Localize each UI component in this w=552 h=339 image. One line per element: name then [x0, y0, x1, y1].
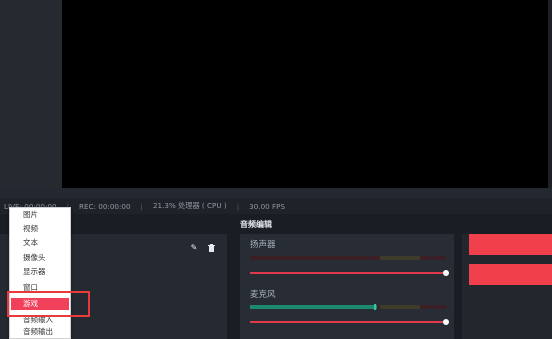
meter-peak-marker — [374, 304, 376, 310]
menu-item-image[interactable]: 图片 — [11, 209, 69, 221]
slider-knob[interactable] — [443, 319, 449, 325]
left-strip — [0, 0, 62, 188]
rec-timer: REC: 00:00:00 — [79, 201, 131, 211]
mixer-channel-label: 麦克风 — [250, 290, 276, 300]
preview-gap — [0, 188, 552, 198]
slider-knob[interactable] — [443, 270, 449, 276]
preview-edge — [548, 0, 552, 188]
menu-item-display[interactable]: 显示器 — [11, 266, 69, 278]
meter-level-fill — [250, 305, 377, 309]
cpu-usage: 21.3% 处理器 ( CPU ) — [152, 201, 227, 210]
status-separator: | — [140, 201, 143, 211]
pencil-icon[interactable]: ✎ — [190, 244, 198, 252]
menu-item-text[interactable]: 文本 — [11, 237, 69, 249]
speaker-level-meter — [250, 256, 446, 260]
status-bar: LIVE: 00:00:00 | REC: 00:00:00 | 21.3% 处… — [0, 198, 552, 214]
mic-level-meter — [250, 304, 446, 310]
meter-dim-zone — [380, 256, 420, 260]
mixer-channel-label: 扬声器 — [250, 240, 276, 250]
mixer-title: 音频编辑 — [240, 220, 272, 229]
fps-readout: 30.00 FPS — [249, 201, 286, 211]
preview-canvas[interactable] — [62, 0, 552, 188]
sources-toolbar: ✎ — [190, 244, 215, 252]
selection-highlight — [7, 291, 90, 317]
mic-volume-slider[interactable] — [250, 319, 449, 325]
add-source-menu: 图片 视频 文本 摄像头 显示器 窗口 游戏 音频输入 音频输出 — [9, 207, 71, 339]
menu-item-camera[interactable]: 摄像头 — [11, 252, 69, 264]
start-streaming-button[interactable] — [469, 234, 552, 255]
trash-icon[interactable] — [207, 244, 215, 252]
meter-dim-zone — [380, 305, 420, 309]
speaker-volume-slider[interactable] — [250, 270, 449, 276]
menu-item-video[interactable]: 视频 — [11, 223, 69, 235]
menu-item-audio-output[interactable]: 音频输出 — [11, 326, 69, 338]
start-recording-button[interactable] — [469, 264, 552, 285]
status-separator: | — [236, 201, 240, 211]
